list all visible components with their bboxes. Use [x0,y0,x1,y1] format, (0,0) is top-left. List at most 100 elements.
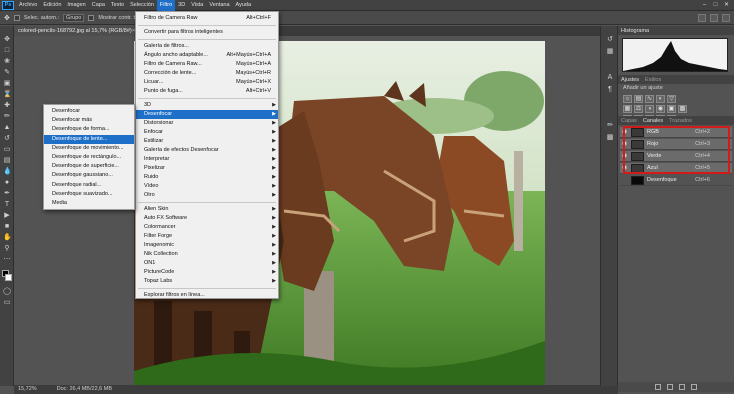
workspace-icon[interactable] [710,14,718,22]
menu-item[interactable]: Enfocar ▶ [136,128,278,137]
menu-imagen[interactable]: Imagen [64,0,88,11]
move-tool-icon[interactable]: ✥ [4,14,10,22]
blur-tool-icon[interactable]: 💧 [3,168,12,176]
eyedropper-tool-icon[interactable]: ⌛ [3,91,12,99]
menu-3d[interactable]: 3D [175,0,188,11]
menu-item[interactable]: Desenfoque de forma... [44,125,134,134]
photo-filter-icon[interactable]: ◉ [656,105,665,113]
healing-tool-icon[interactable]: ✚ [3,102,11,110]
curves-icon[interactable]: ∿ [645,95,654,103]
menu-item[interactable]: Licuar... Mayús+Ctrl+X [136,78,278,87]
menu-item[interactable]: Punto de fuga... Alt+Ctrl+V [136,87,278,96]
exposure-icon[interactable]: ◐ [656,95,665,103]
vibrance-icon[interactable]: ▽ [667,95,676,103]
load-selection-icon[interactable] [655,384,661,390]
tab-adjustments[interactable]: Ajustes [621,77,639,83]
menu-item[interactable]: 3D ▶ [136,101,278,110]
menu-item[interactable]: Topaz Labs ▶ [136,277,278,286]
menu-item[interactable]: Galería de filtros... [136,42,278,51]
menu-item[interactable]: Interpretar ▶ [136,155,278,164]
quick-mask-icon[interactable]: ◯ [3,288,11,296]
zoom-tool-icon[interactable]: ⚲ [3,245,11,253]
menu-item[interactable]: Filtro de Camera Raw... Mayús+Ctrl+A [136,60,278,69]
gradient-tool-icon[interactable]: ▤ [3,157,11,165]
new-channel-icon[interactable] [679,384,685,390]
histogram-tab[interactable]: Histograma [621,28,649,34]
menu-vista[interactable]: Vista [188,0,206,11]
channel-mixer-icon[interactable]: ▣ [667,105,676,113]
paragraph-panel-icon[interactable]: ¶ [606,86,614,94]
tab-channels[interactable]: Canales [643,118,663,124]
swatches-panel-icon[interactable]: ▩ [606,134,614,142]
menu-item[interactable]: Desenfoque de movimiento... [44,144,134,153]
menu-item[interactable]: Estilizar ▶ [136,137,278,146]
brightness-icon[interactable]: ☼ [623,95,632,103]
type-tool-icon[interactable]: T [3,201,11,209]
menu-ventana[interactable]: Ventana [206,0,232,11]
brush-panel-icon[interactable]: ✏ [606,122,614,130]
lasso-tool-icon[interactable]: ❀ [3,58,11,66]
search-icon[interactable] [698,14,706,22]
menu-item[interactable]: Desenfoque gaussiano... [44,171,134,180]
maximize-icon[interactable]: □ [710,0,721,11]
auto-select-group-dropdown[interactable]: Grupo [63,13,85,22]
menu-item[interactable]: Filter Forge ▶ [136,232,278,241]
menu-item[interactable]: ON1 ▶ [136,259,278,268]
menu-item[interactable]: Explorar filtros en línea... [136,291,278,300]
menu-item[interactable]: Distorsionar ▶ [136,119,278,128]
menu-item[interactable]: Imagenomic ▶ [136,241,278,250]
auto-select-checkbox[interactable] [13,14,20,21]
path-select-tool-icon[interactable]: ▶ [3,212,11,220]
menu-item[interactable]: Colormancer ▶ [136,223,278,232]
menu-item[interactable]: Media [44,199,134,208]
save-selection-icon[interactable] [667,384,673,390]
menu-filtro[interactable]: Filtro [156,0,176,11]
menu-item[interactable]: Desenfoque radial... [44,181,134,190]
menu-item[interactable]: Pixelizar ▶ [136,164,278,173]
tab-styles[interactable]: Estilos [645,77,661,83]
character-panel-icon[interactable]: A [606,74,614,82]
delete-channel-icon[interactable] [691,384,697,390]
more-tools-icon[interactable]: ⋯ [3,256,11,264]
eraser-tool-icon[interactable]: ▭ [3,146,11,154]
menu-item[interactable]: Ruido ▶ [136,173,278,182]
properties-panel-icon[interactable]: ▦ [606,48,614,56]
menu-item[interactable]: Corrección de lente... Mayús+Ctrl+R [136,69,278,78]
move-tool-icon[interactable]: ✥ [3,36,11,44]
screen-mode-icon[interactable]: ▭ [3,299,11,307]
menu-item[interactable]: Filtro de Camera Raw Alt+Ctrl+F [136,14,278,23]
menu-item[interactable]: Ángulo ancho adaptable... Alt+Mayús+Ctrl+… [136,51,278,60]
document-tab[interactable]: colored-pencils-168792.jpg al 15,7% (RGB… [14,26,136,36]
menu-item[interactable]: Convertir para filtros inteligentes [136,28,278,37]
brush-tool-icon[interactable]: ✏ [3,113,11,121]
menu-item[interactable]: Desenfocar más [44,116,134,125]
menu-item[interactable]: Desenfoque de superficie... [44,162,134,171]
hand-tool-icon[interactable]: ✋ [3,234,12,242]
menu-item[interactable]: Desenfoque de lente... [44,134,134,144]
menu-item[interactable]: Alien Skin ▶ [136,205,278,214]
menu-item[interactable]: Desenfoque de rectángulo... [44,153,134,162]
menu-item[interactable]: Desenfocar ▶ [136,110,278,119]
color-balance-icon[interactable]: ⚖ [634,105,643,113]
tab-paths[interactable]: Trazados [669,118,692,124]
dodge-tool-icon[interactable]: ● [3,179,11,187]
pen-tool-icon[interactable]: ✒ [3,190,11,198]
history-panel-icon[interactable]: ↺ [606,36,614,44]
menu-ayuda[interactable]: Ayuda [233,0,255,11]
menu-item[interactable]: Otro ▶ [136,191,278,200]
transform-controls-checkbox[interactable] [88,14,95,21]
quick-select-tool-icon[interactable]: ✎ [3,69,11,77]
history-brush-tool-icon[interactable]: ↺ [3,135,11,143]
menu-item[interactable]: Vídeo ▶ [136,182,278,191]
levels-icon[interactable]: ▤ [634,95,643,103]
menu-capa[interactable]: Capa [89,0,108,11]
menu-item[interactable]: Nik Collection ▶ [136,250,278,259]
hue-sat-icon[interactable]: ▦ [623,105,632,113]
menu-texto[interactable]: Texto [108,0,127,11]
menu-selecci-n[interactable]: Selección [127,0,157,11]
channel-row-desenfoque[interactable]: Desenfoque Ctrl+6 [620,175,732,186]
menu-archivo[interactable]: Archivo [16,0,40,11]
menu-item[interactable]: Galería de efectos Desenfocar ▶ [136,146,278,155]
minimize-icon[interactable]: – [699,0,710,11]
color-lookup-icon[interactable]: ▩ [678,105,687,113]
